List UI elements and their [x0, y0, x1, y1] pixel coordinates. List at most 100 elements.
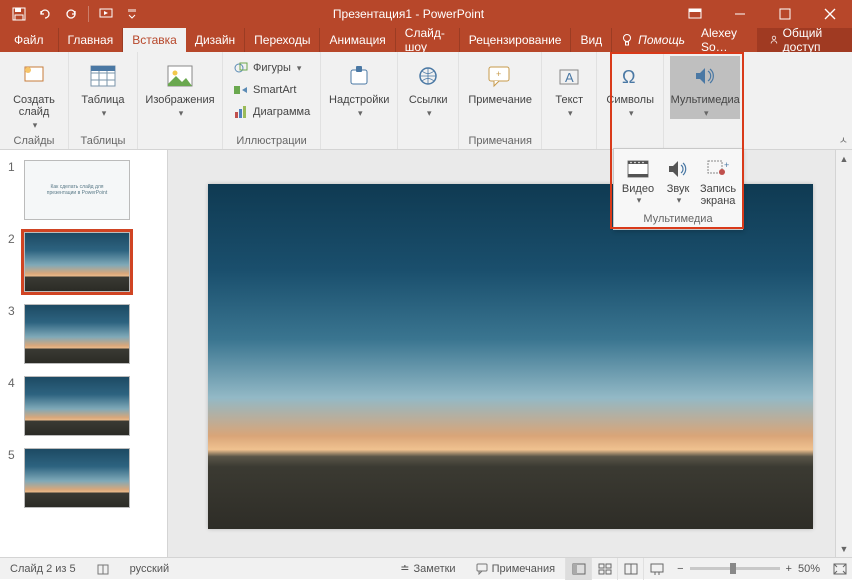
ribbon-tabs: Файл Главная Вставка Дизайн Переходы Ани… — [0, 28, 852, 52]
tab-review[interactable]: Рецензирование — [460, 28, 572, 52]
group-addins: Надстройки ▾ — [321, 52, 398, 149]
slide-thumb-1[interactable]: 1 Как сделать слайд для презентации в Po… — [0, 160, 167, 232]
comment-icon: + — [484, 60, 516, 92]
chevron-down-icon: ▾ — [637, 195, 642, 206]
svg-text:Ω: Ω — [622, 67, 635, 87]
picture-icon — [164, 60, 196, 92]
tab-transitions[interactable]: Переходы — [245, 28, 320, 52]
new-slide-icon — [18, 60, 50, 92]
zoom-out-button[interactable]: − — [677, 563, 683, 575]
images-button[interactable]: Изображения ▾ — [144, 56, 216, 119]
table-button[interactable]: Таблица ▾ — [75, 56, 131, 119]
text-button[interactable]: A Текст ▾ — [548, 56, 590, 119]
zoom-in-button[interactable]: + — [786, 563, 792, 575]
share-button[interactable]: Общий доступ — [757, 28, 852, 52]
redo-button[interactable] — [58, 2, 84, 26]
slide-thumb-4[interactable]: 4 — [0, 376, 167, 448]
comments-button[interactable]: Примечания — [466, 563, 566, 575]
undo-button[interactable] — [32, 2, 58, 26]
tab-design[interactable]: Дизайн — [186, 28, 245, 52]
slide-thumb-3[interactable]: 3 — [0, 304, 167, 376]
shapes-button[interactable]: Фигуры ▾ — [229, 58, 314, 78]
start-from-beginning-button[interactable] — [93, 2, 119, 26]
language-button[interactable]: русский — [120, 563, 179, 575]
smartart-button[interactable]: SmartArt — [229, 80, 314, 100]
slide-canvas[interactable] — [208, 184, 813, 529]
spellcheck-button[interactable] — [86, 562, 120, 576]
slide-background-image — [208, 184, 813, 529]
group-tables: Таблица ▾ Таблицы — [69, 52, 138, 149]
speaker-icon — [689, 60, 721, 92]
notes-button[interactable]: ≐ Заметки — [390, 562, 465, 575]
account-user[interactable]: Alexey So… — [693, 28, 757, 52]
video-icon — [626, 157, 650, 181]
speaker-icon — [666, 157, 690, 181]
tab-slideshow[interactable]: Слайд-шоу — [396, 28, 460, 52]
tell-me-search[interactable]: Помощь — [612, 28, 693, 52]
collapse-ribbon-button[interactable]: ㅅ — [839, 132, 848, 147]
book-icon — [96, 562, 110, 576]
chevron-down-icon: ▾ — [427, 108, 432, 119]
chevron-down-icon: ▾ — [33, 120, 38, 131]
shapes-icon — [233, 60, 249, 76]
zoom-control: − + 50% — [669, 563, 828, 575]
omega-icon: Ω — [614, 60, 646, 92]
multimedia-dropdown: Видео ▾ Звук ▾ + Запись экрана Мультимед… — [613, 148, 743, 230]
link-icon — [412, 60, 444, 92]
qat-customize-button[interactable] — [119, 2, 145, 26]
chevron-down-icon: ▾ — [102, 108, 107, 119]
slide-counter[interactable]: Слайд 2 из 5 — [0, 563, 86, 575]
normal-view-button[interactable] — [565, 558, 591, 580]
addins-icon — [343, 60, 375, 92]
ribbon-display-options-button[interactable] — [672, 0, 717, 28]
reading-view-button[interactable] — [617, 558, 643, 580]
symbols-button[interactable]: Ω Символы ▾ — [603, 56, 657, 119]
tab-insert[interactable]: Вставка — [123, 28, 186, 52]
addins-button[interactable]: Надстройки ▾ — [327, 56, 391, 119]
minimize-button[interactable] — [717, 0, 762, 28]
fit-to-window-button[interactable] — [828, 563, 852, 575]
links-button[interactable]: Ссылки ▾ — [404, 56, 452, 119]
view-buttons — [565, 558, 669, 580]
group-links: Ссылки ▾ — [398, 52, 459, 149]
notes-icon: ≐ — [400, 562, 409, 575]
slide-thumb-5[interactable]: 5 — [0, 448, 167, 520]
vertical-scrollbar[interactable]: ▲ ▼ — [835, 150, 852, 557]
chart-button[interactable]: Диаграмма — [229, 102, 314, 122]
ribbon: Создать слайд ▾ Слайды Таблица ▾ Таблицы — [0, 52, 852, 150]
quick-access-toolbar — [0, 2, 145, 26]
slide-thumbnails-panel[interactable]: 1 Как сделать слайд для презентации в Po… — [0, 150, 168, 557]
tab-home[interactable]: Главная — [59, 28, 124, 52]
close-button[interactable] — [807, 0, 852, 28]
window-controls — [672, 0, 852, 28]
save-button[interactable] — [6, 2, 32, 26]
group-text: A Текст ▾ — [542, 52, 597, 149]
scroll-up-button[interactable]: ▲ — [836, 150, 852, 167]
chevron-down-icon: ▾ — [179, 108, 184, 119]
tab-animations[interactable]: Анимация — [320, 28, 395, 52]
scroll-down-button[interactable]: ▼ — [836, 540, 852, 557]
comment-button[interactable]: + Примечание — [465, 56, 535, 106]
slide-sorter-view-button[interactable] — [591, 558, 617, 580]
chart-icon — [233, 104, 249, 120]
video-button[interactable]: Видео ▾ — [618, 155, 658, 209]
slideshow-view-button[interactable] — [643, 558, 669, 580]
svg-text:A: A — [565, 70, 574, 85]
maximize-button[interactable] — [762, 0, 807, 28]
group-slides: Создать слайд ▾ Слайды — [0, 52, 69, 149]
slide-thumb-2[interactable]: 2 — [0, 232, 167, 304]
group-comments: + Примечание Примечания — [459, 52, 542, 149]
screen-record-icon: + — [706, 157, 730, 181]
tab-file[interactable]: Файл — [0, 28, 59, 52]
multimedia-button[interactable]: Мультимедиа ▾ — [670, 56, 740, 119]
zoom-level[interactable]: 50% — [798, 563, 820, 575]
audio-button[interactable]: Звук ▾ — [658, 155, 698, 209]
screen-recording-button[interactable]: + Запись экрана — [698, 155, 738, 209]
chevron-down-icon: ▾ — [629, 108, 634, 119]
lightbulb-icon — [620, 33, 634, 47]
tab-view[interactable]: Вид — [571, 28, 612, 52]
new-slide-button[interactable]: Создать слайд ▾ — [6, 56, 62, 131]
status-bar: Слайд 2 из 5 русский ≐ Заметки Примечани… — [0, 557, 852, 579]
zoom-slider[interactable] — [690, 567, 780, 570]
comment-icon — [476, 563, 488, 575]
